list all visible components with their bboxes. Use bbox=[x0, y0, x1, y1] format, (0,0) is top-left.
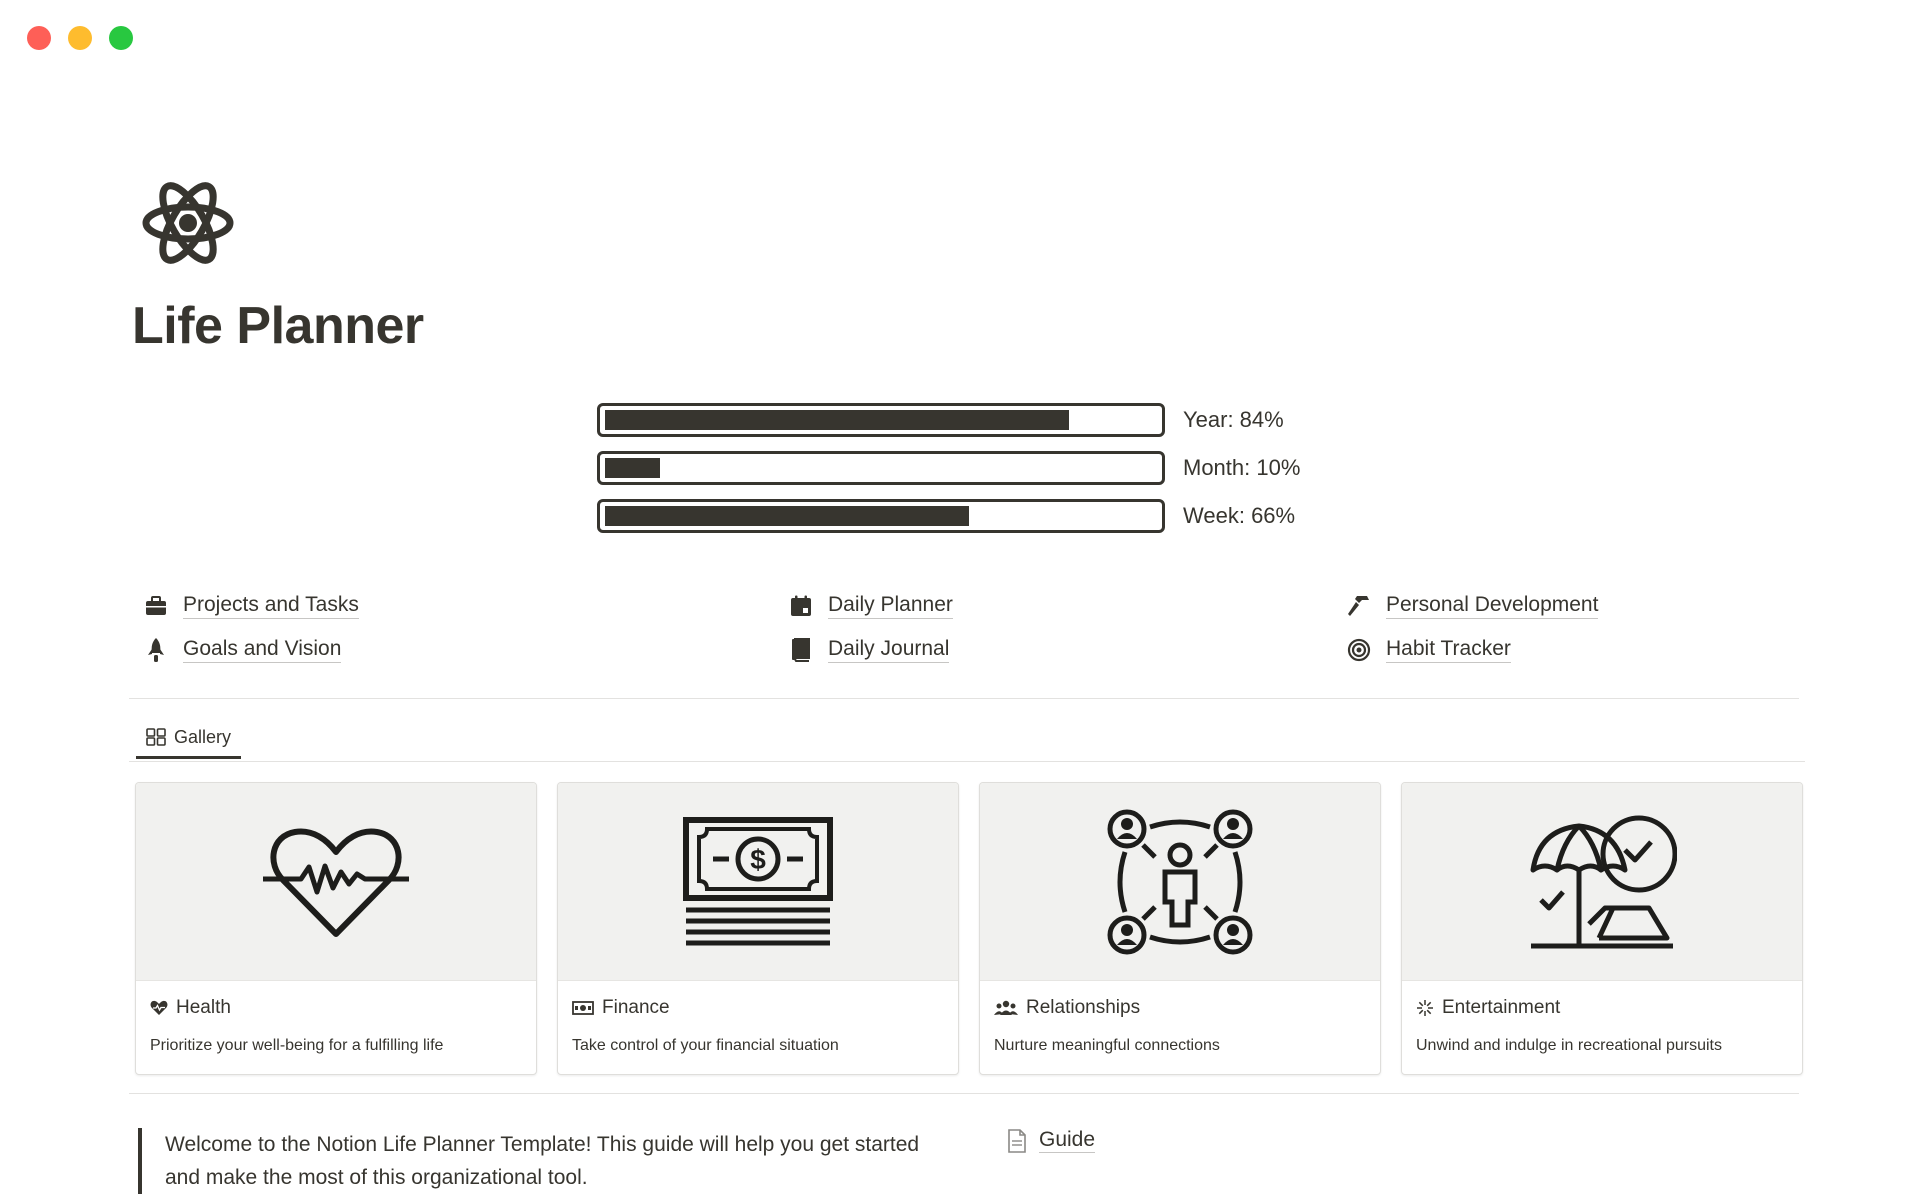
progress-label: Month: 10% bbox=[1183, 455, 1301, 480]
card-title: Entertainment bbox=[1442, 997, 1561, 1018]
link-label: Daily Planner bbox=[828, 593, 953, 619]
minimize-window-button[interactable] bbox=[68, 26, 92, 50]
rocket-icon bbox=[143, 637, 169, 663]
divider bbox=[129, 698, 1799, 699]
guide-label: Guide bbox=[1039, 1128, 1096, 1153]
progress-label: Week: 66% bbox=[1183, 503, 1296, 528]
page-title[interactable]: Life Planner bbox=[132, 296, 424, 356]
target-icon bbox=[1346, 637, 1372, 663]
progress-fill bbox=[605, 410, 1069, 430]
card-cover: $ bbox=[558, 783, 958, 981]
link-label: Projects and Tasks bbox=[183, 593, 359, 619]
guide-link[interactable]: Guide bbox=[1007, 1128, 1096, 1153]
card-description: Nurture meaningful connections bbox=[994, 1037, 1220, 1054]
link-daily-planner[interactable]: Daily Planner bbox=[788, 588, 953, 624]
card-title: Relationships bbox=[1026, 997, 1141, 1018]
progress-bar bbox=[597, 403, 1165, 437]
link-label: Personal Development bbox=[1386, 593, 1599, 619]
people-icon bbox=[994, 1000, 1018, 1016]
gallery-card-finance[interactable]: $ Finance Take control of your financial bbox=[557, 782, 959, 1075]
card-title: Health bbox=[176, 997, 231, 1018]
gallery-card-health[interactable]: Health Prioritize your well-being for a … bbox=[135, 782, 537, 1075]
link-goals-and-vision[interactable]: Goals and Vision bbox=[143, 632, 342, 668]
link-label: Daily Journal bbox=[828, 637, 950, 663]
link-habit-tracker[interactable]: Habit Tracker bbox=[1346, 632, 1511, 668]
card-cover bbox=[1402, 783, 1802, 981]
tab-gallery[interactable]: Gallery bbox=[136, 718, 242, 759]
document-icon bbox=[1007, 1128, 1027, 1153]
welcome-quote[interactable]: Welcome to the Notion Life Planner Templ… bbox=[138, 1128, 925, 1194]
briefcase-icon bbox=[143, 593, 169, 619]
gallery-grid-icon bbox=[146, 728, 166, 746]
book-icon bbox=[788, 637, 814, 663]
window-controls bbox=[27, 26, 133, 50]
progress-block: Year: 84% Month: 10% Week: 66% bbox=[597, 400, 1300, 544]
heartbeat-cover-icon bbox=[263, 828, 409, 937]
progress-week: Week: 66% bbox=[597, 496, 1300, 536]
close-window-button[interactable] bbox=[27, 26, 51, 50]
progress-month: Month: 10% bbox=[597, 448, 1300, 488]
navigation-links: Projects and Tasks Goals and Vision Dail… bbox=[140, 588, 1800, 668]
divider bbox=[129, 1093, 1799, 1094]
gallery-card-entertainment[interactable]: Entertainment Unwind and indulge in recr… bbox=[1401, 782, 1803, 1075]
card-cover bbox=[136, 783, 536, 981]
app-window: Life Planner Year: 84% Month: 10% Week: … bbox=[0, 0, 1920, 1200]
link-projects-and-tasks[interactable]: Projects and Tasks bbox=[143, 588, 359, 624]
card-cover bbox=[980, 783, 1380, 981]
progress-year: Year: 84% bbox=[597, 400, 1300, 440]
atom-icon[interactable] bbox=[140, 175, 236, 271]
beach-cover-icon bbox=[1530, 815, 1677, 948]
gallery-cards: Health Prioritize your well-being for a … bbox=[135, 782, 1803, 1075]
link-personal-development[interactable]: Personal Development bbox=[1346, 588, 1599, 624]
card-description: Prioritize your well-being for a fulfill… bbox=[150, 1037, 444, 1054]
progress-fill bbox=[605, 506, 970, 526]
hammer-icon bbox=[1346, 593, 1372, 619]
banknote-cover-icon: $ bbox=[683, 816, 833, 945]
tab-label: Gallery bbox=[174, 726, 232, 747]
view-tabs: Gallery bbox=[136, 718, 242, 759]
progress-bar bbox=[597, 451, 1165, 485]
link-label: Habit Tracker bbox=[1386, 637, 1511, 663]
money-icon bbox=[572, 1001, 594, 1015]
tab-divider bbox=[129, 761, 1805, 762]
link-label: Goals and Vision bbox=[183, 637, 342, 663]
sparkle-icon bbox=[1416, 999, 1434, 1017]
svg-text:$: $ bbox=[750, 844, 766, 875]
progress-fill bbox=[605, 458, 661, 478]
heart-pulse-icon bbox=[150, 1000, 168, 1016]
card-description: Take control of your financial situation bbox=[572, 1037, 839, 1054]
card-description: Unwind and indulge in recreational pursu… bbox=[1416, 1037, 1722, 1054]
calendar-icon bbox=[788, 593, 814, 619]
progress-bar bbox=[597, 499, 1165, 533]
progress-label: Year: 84% bbox=[1183, 407, 1284, 432]
maximize-window-button[interactable] bbox=[109, 26, 133, 50]
network-cover-icon bbox=[1107, 809, 1253, 954]
card-title: Finance bbox=[602, 997, 670, 1018]
gallery-card-relationships[interactable]: Relationships Nurture meaningful connect… bbox=[979, 782, 1381, 1075]
link-daily-journal[interactable]: Daily Journal bbox=[788, 632, 950, 668]
